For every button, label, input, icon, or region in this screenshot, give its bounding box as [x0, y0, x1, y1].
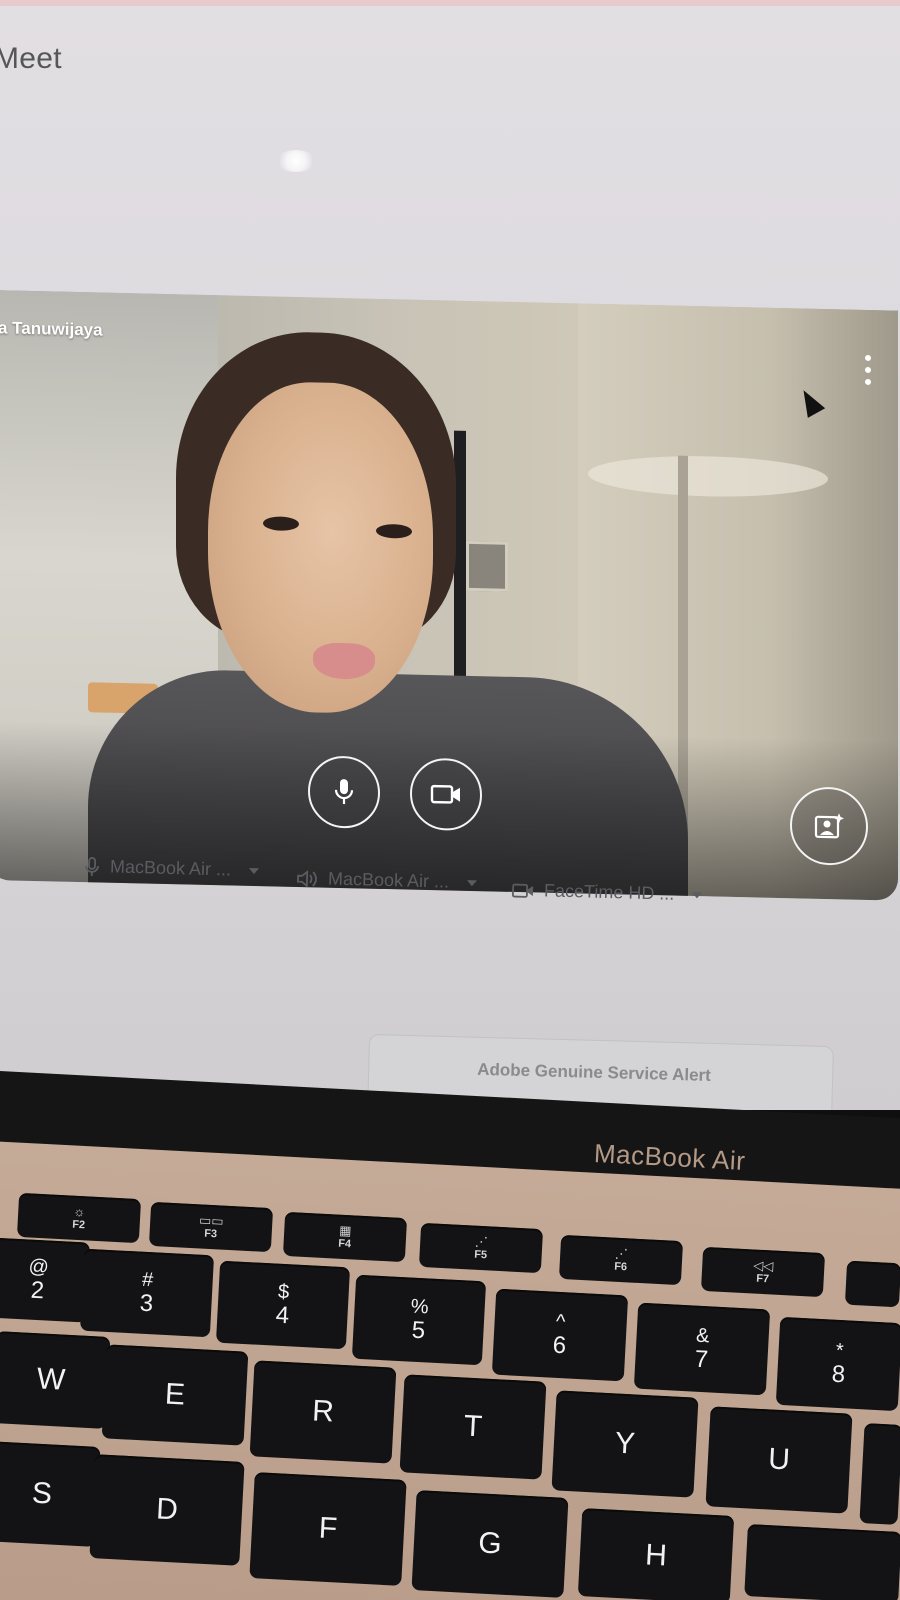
speaker-icon [297, 869, 317, 888]
key-f6[interactable]: ⋰ F6 [558, 1234, 684, 1286]
camera-selector[interactable]: FaceTime HD ... [512, 880, 703, 906]
key-label: W [36, 1362, 67, 1397]
key-f7[interactable]: ◁◁ F7 [700, 1246, 826, 1298]
camera-icon [430, 784, 460, 804]
microphone-icon [334, 779, 354, 805]
key-label: F2 [71, 1218, 86, 1232]
launchpad-icon: ▦ [338, 1222, 352, 1239]
key-label: S [31, 1476, 53, 1511]
key-i[interactable] [859, 1423, 900, 1525]
key-label: R [311, 1394, 335, 1429]
keyboard-backlight-down-icon: ⋰ [474, 1233, 489, 1250]
key-f3[interactable]: ▭▭ F3 [148, 1201, 274, 1253]
key-shift-label: @ [27, 1255, 50, 1279]
key-3[interactable]: # 3 [79, 1248, 215, 1338]
key-label: D [155, 1492, 179, 1527]
browser-top-edge [0, 0, 900, 6]
microphone-selector-label: MacBook Air ... [109, 856, 232, 880]
key-shift-label: * [835, 1339, 845, 1363]
camera-selector-label: FaceTime HD ... [543, 880, 675, 904]
key-shift-label: ^ [555, 1310, 566, 1334]
chevron-down-icon [248, 867, 260, 874]
key-7[interactable]: & 7 [633, 1302, 771, 1396]
key-label: 7 [694, 1345, 709, 1374]
key-label: Y [614, 1426, 636, 1461]
key-label: F5 [473, 1248, 488, 1262]
key-u[interactable]: U [705, 1406, 853, 1514]
key-label: U [767, 1442, 791, 1477]
key-label: H [644, 1538, 668, 1573]
key-label: 5 [411, 1316, 426, 1345]
key-label: F3 [203, 1227, 218, 1241]
key-4[interactable]: $ 4 [215, 1260, 351, 1350]
microphone-toggle-button[interactable] [308, 755, 380, 829]
camera-icon [512, 883, 534, 898]
chevron-down-icon [466, 879, 478, 886]
key-f2[interactable]: ☼ F2 [16, 1192, 142, 1244]
key-shift-label: $ [277, 1280, 290, 1304]
key-e[interactable]: E [101, 1344, 249, 1446]
key-g[interactable]: G [411, 1490, 569, 1598]
key-f4[interactable]: ▦ F4 [282, 1211, 408, 1263]
participant-name: a Tanuwijaya [0, 318, 103, 340]
laptop-screen: Meet a Tanuwijaya MacBook Air ... MacBoo… [0, 0, 900, 1110]
key-r[interactable]: R [249, 1360, 397, 1464]
mission-control-icon: ▭▭ [198, 1212, 224, 1229]
key-8[interactable]: * 8 [775, 1316, 900, 1412]
keyboard-backlight-up-icon: ⋰ [614, 1245, 629, 1262]
key-f8[interactable] [844, 1260, 900, 1308]
key-t[interactable]: T [399, 1374, 547, 1480]
visual-effects-button[interactable] [790, 786, 868, 866]
camera-toggle-button[interactable] [410, 757, 482, 832]
screen-glare [276, 150, 316, 172]
more-options-icon [865, 354, 871, 362]
speaker-selector-label: MacBook Air ... [327, 868, 450, 892]
speaker-selector[interactable]: MacBook Air ... [296, 868, 478, 894]
key-shift-label: & [695, 1324, 710, 1348]
key-6[interactable]: ^ 6 [491, 1288, 629, 1382]
more-options-icon [865, 378, 871, 386]
video-preview: a Tanuwijaya [0, 290, 898, 901]
rewind-icon: ◁◁ [752, 1257, 774, 1274]
key-label: F7 [755, 1272, 770, 1286]
key-shift-label: # [141, 1268, 154, 1292]
visual-effects-icon [814, 813, 844, 839]
brightness-down-icon: ☼ [72, 1203, 86, 1220]
key-h[interactable]: H [577, 1508, 735, 1600]
adobe-alert-text: Adobe Genuine Service Alert [476, 1059, 712, 1085]
key-label: T [463, 1409, 484, 1444]
key-label: G [477, 1526, 503, 1561]
key-j[interactable] [744, 1524, 900, 1600]
key-label: F [318, 1511, 339, 1546]
key-label: F4 [337, 1237, 352, 1251]
key-s[interactable]: S [0, 1441, 101, 1547]
key-label: E [164, 1377, 186, 1412]
key-label: 8 [831, 1360, 846, 1389]
key-label: F6 [613, 1260, 628, 1274]
key-2[interactable]: @ 2 [0, 1237, 91, 1323]
more-options-icon [865, 366, 871, 374]
key-d[interactable]: D [89, 1454, 245, 1566]
microphone-icon [85, 856, 99, 876]
key-f5[interactable]: ⋰ F5 [418, 1222, 544, 1274]
key-label: 4 [275, 1301, 290, 1330]
key-5[interactable]: % 5 [351, 1274, 487, 1366]
key-y[interactable]: Y [551, 1390, 699, 1498]
more-options-button[interactable] [858, 354, 878, 386]
key-label: 6 [552, 1331, 567, 1360]
chevron-down-icon [692, 891, 703, 898]
key-shift-label: % [410, 1295, 430, 1319]
app-title: Meet [0, 42, 62, 75]
key-w[interactable]: W [0, 1331, 111, 1429]
key-label: 3 [139, 1289, 154, 1318]
key-label: 2 [30, 1276, 45, 1305]
key-f[interactable]: F [249, 1472, 407, 1586]
